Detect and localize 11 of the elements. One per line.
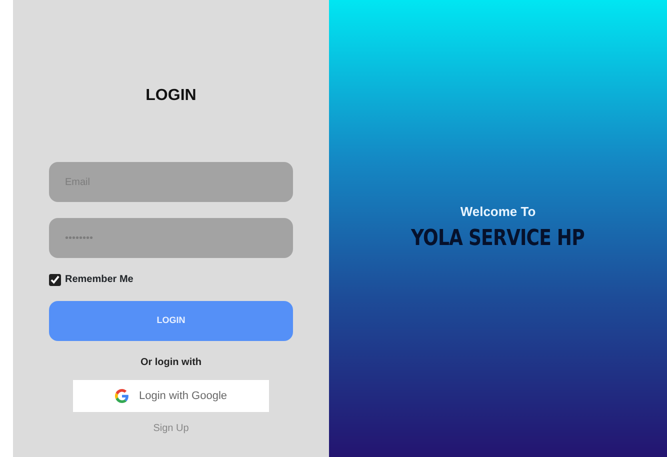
password-field[interactable]: •••••••• [49,218,293,258]
google-icon [114,389,129,403]
google-login-button[interactable]: Login with Google [73,380,269,412]
remember-checkbox[interactable] [49,274,61,286]
brand-title: YOLA SERVICE HP [411,224,585,252]
welcome-text: Welcome To [460,203,536,221]
sign-up-link[interactable]: Sign Up [153,421,189,436]
login-title: LOGIN [146,86,196,106]
alt-login-text: Or login with [140,356,202,370]
remember-label: Remember Me [65,273,134,287]
login-button[interactable]: LOGIN [49,301,293,341]
